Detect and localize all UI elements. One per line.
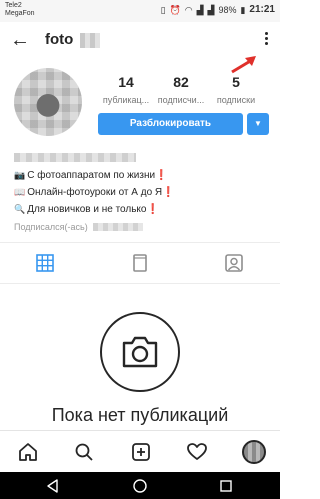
stat-followers-label: подписчи... [157,95,205,105]
system-home-icon[interactable] [132,478,148,494]
carrier-name-1: Tele2 [5,2,22,9]
carrier-info: Tele2 MegaFon [5,2,35,18]
own-profile-avatar[interactable] [242,440,266,464]
profile-avatar[interactable] [14,68,82,136]
more-options-icon[interactable] [262,30,270,50]
vibrate-icon: ▯ [160,4,166,15]
signal-icon: ▟ [196,4,204,15]
magnifier-emoji-icon: 🔍 [14,204,26,214]
profile-tabs [0,242,280,284]
profile-username: foto [45,31,74,48]
suggestions-dropdown-button[interactable]: ▼ [247,113,269,135]
stat-posts-label: публикац... [102,95,150,105]
signal-icon-2: ▟ [207,4,215,15]
empty-state-title: Пока нет публикаций [51,405,229,425]
bio-line-3: 🔍 Для новичков и не только❗ [14,203,159,216]
status-indicators: ▯ ⏰ ◠ ▟ ▟ 98% ▮ 21:21 [161,4,275,15]
profile-header: ← foto [0,22,280,74]
bio-line-3-text: Для новичков и не только [27,204,147,215]
stat-followers-count: 82 [173,74,189,90]
stat-following-count: 5 [232,74,240,90]
exclamation-icon: ❗ [155,170,168,181]
clock: 21:21 [249,4,275,15]
bio-line-1-text: С фотоаппаратом по жизни [27,170,156,181]
system-navigation-bar [0,472,280,499]
stat-followers[interactable]: 82 подписчи... [151,74,211,106]
battery-percent: 98% [218,4,237,15]
grid-view-icon[interactable] [35,253,55,273]
search-icon[interactable] [73,441,95,463]
book-emoji-icon: 📖 [14,187,26,197]
system-recents-icon[interactable] [218,478,234,494]
camera-emoji-icon: 📷 [14,170,26,180]
heart-icon[interactable] [186,441,208,463]
exclamation-icon: ❗ [146,204,159,215]
stat-following-label: подписки [216,95,256,105]
bio-line-1: 📷 С фотоаппаратом по жизни❗ [14,169,168,182]
empty-state-circle [100,312,180,392]
stat-posts-count: 14 [118,74,134,90]
camera-icon [122,336,158,368]
exclamation-icon: ❗ [162,187,175,198]
stat-posts[interactable]: 14 публикац... [96,74,156,106]
system-back-icon[interactable] [45,478,61,494]
annotation-arrow-icon [231,56,256,74]
username-redacted [80,33,100,48]
bio-line-2: 📖 Онлайн-фотоуроки от А до Я❗ [14,186,175,199]
followed-by-redacted [93,223,143,231]
unblock-button[interactable]: Разблокировать [98,113,243,135]
stat-following[interactable]: 5 подписки [206,74,266,106]
bottom-navigation [0,430,280,472]
bio-line-2-text: Онлайн-фотоуроки от А до Я [27,187,163,198]
status-bar: Tele2 MegaFon ▯ ⏰ ◠ ▟ ▟ 98% ▮ 21:21 [0,0,280,22]
feed-view-icon[interactable] [130,253,150,273]
bio-name-redacted [14,153,136,162]
tagged-photos-icon[interactable] [224,253,244,273]
alarm-icon: ⏰ [169,4,181,15]
home-icon[interactable] [17,441,39,463]
battery-icon: ▮ [240,4,246,15]
back-arrow-icon[interactable]: ← [10,30,30,50]
chevron-down-icon: ▼ [254,119,262,128]
new-post-icon[interactable] [130,441,152,463]
wifi-icon: ◠ [184,4,193,15]
followed-by-label[interactable]: Подписался(-ась) [14,221,88,233]
carrier-name-2: MegaFon [5,10,35,17]
